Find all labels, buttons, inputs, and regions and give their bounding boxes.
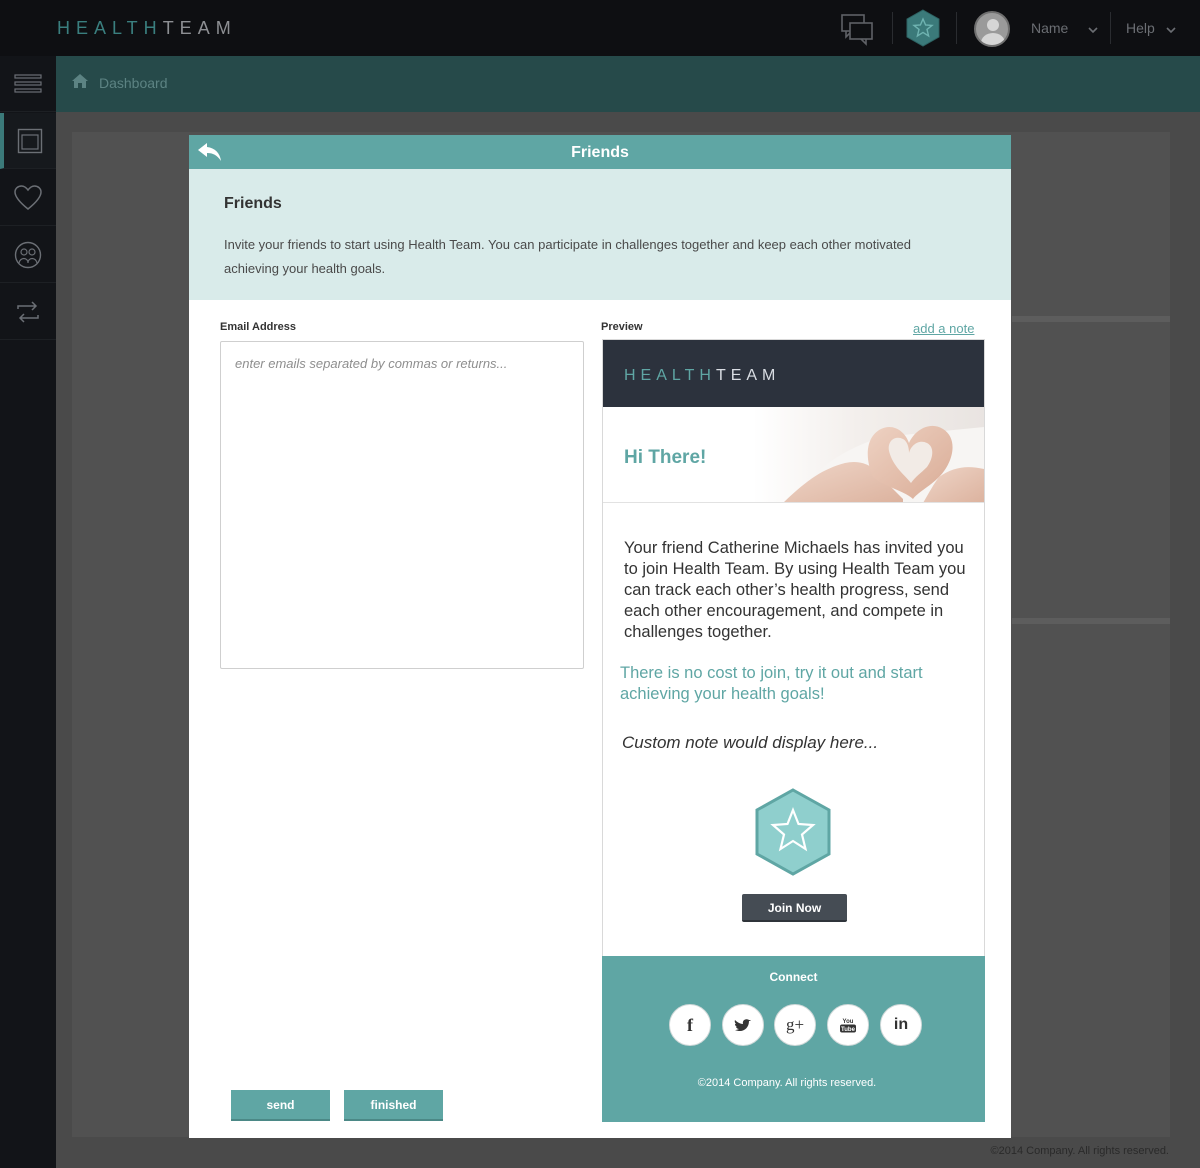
preview-logo-health: HEALTH (624, 367, 716, 384)
join-now-button[interactable]: Join Now (742, 894, 847, 922)
preview-body-text: Your friend Catherine Michaels has invit… (624, 539, 966, 641)
chevron-down-icon[interactable] (1087, 22, 1099, 34)
email-preview: HEALTHTEAM Hi There! Your friend Catheri… (602, 339, 985, 1122)
email-field[interactable] (220, 341, 584, 669)
breadcrumb-dashboard-link[interactable]: Dashboard (99, 75, 168, 91)
preview-cost-text: There is no cost to join, try it out and… (620, 664, 923, 703)
divider (956, 12, 957, 44)
menu-icon (14, 73, 42, 93)
page-footer-copyright: ©2014 Company. All rights reserved. (990, 1145, 1170, 1157)
preview-label: Preview (601, 321, 643, 333)
sidebar-item-dashboard[interactable] (0, 113, 56, 169)
divider (1110, 12, 1111, 44)
friends-modal: Friends Friends Invite your friends to s… (189, 135, 1011, 1138)
google-plus-glyph: g+ (785, 1015, 805, 1034)
swap-icon (17, 300, 39, 323)
chat-icon[interactable] (840, 12, 874, 46)
home-icon[interactable] (71, 73, 89, 89)
help-menu[interactable]: Help (1126, 20, 1155, 36)
preview-header: HEALTHTEAM (603, 340, 984, 407)
avatar[interactable] (974, 11, 1010, 47)
background-divider (1012, 618, 1170, 624)
sidebar-item-sync[interactable] (0, 284, 56, 340)
facebook-icon[interactable]: f (669, 1004, 711, 1046)
intro-description: Invite your friends to start using Healt… (224, 237, 912, 276)
email-label: Email Address (220, 321, 297, 333)
heart-hands-image (753, 407, 984, 502)
preview-logo: HEALTHTEAM (624, 367, 780, 385)
people-icon (14, 241, 42, 268)
intro-title: Friends (224, 195, 282, 212)
window-icon (17, 128, 43, 153)
connect-label: Connect (769, 970, 818, 984)
preview-copyright: ©2014 Company. All rights reserved. (697, 1077, 877, 1089)
chevron-down-icon[interactable] (1165, 22, 1177, 34)
background-divider (1012, 316, 1170, 322)
modal-title: Friends (571, 144, 629, 161)
twitter-icon[interactable] (722, 1004, 764, 1046)
logo-team-text: TEAM (162, 18, 237, 38)
preview-footer: Connect f g+ You Tube in ©2014 Company. (602, 956, 985, 1122)
preview-greeting: Hi There! (624, 447, 707, 468)
achievements-star-icon[interactable] (904, 8, 942, 48)
svg-text:Tube: Tube (841, 1027, 856, 1033)
sidebar-item-menu[interactable] (0, 56, 56, 112)
top-bar: HEALTHTEAM Name Help (0, 0, 1200, 56)
facebook-glyph: f (687, 1014, 693, 1035)
finished-button[interactable]: finished (344, 1090, 443, 1121)
sidebar-item-health[interactable] (0, 170, 56, 226)
add-note-link[interactable]: add a note (913, 321, 974, 336)
google-plus-icon[interactable]: g+ (774, 1004, 816, 1046)
preview-custom-note: Custom note would display here... (622, 733, 879, 752)
youtube-icon[interactable]: You Tube (827, 1004, 869, 1046)
star-badge-icon (755, 788, 831, 876)
heart-icon (14, 184, 42, 210)
svg-text:You: You (843, 1019, 854, 1025)
user-name-menu[interactable]: Name (1031, 20, 1068, 36)
preview-logo-team: TEAM (715, 367, 781, 384)
send-button[interactable]: send (231, 1090, 330, 1121)
logo-health-text: HEALTH (57, 18, 163, 38)
linkedin-icon[interactable]: in (880, 1004, 922, 1046)
sidebar-item-friends[interactable] (0, 227, 56, 283)
intro-panel: Friends Invite your friends to start usi… (189, 169, 1011, 300)
breadcrumb: Dashboard (56, 56, 1200, 112)
preview-hero: Hi There! (603, 407, 984, 503)
linkedin-glyph: in (893, 1016, 909, 1033)
app-logo[interactable]: HEALTHTEAM (57, 18, 237, 39)
sidebar (0, 56, 56, 1168)
modal-header: Friends (189, 135, 1011, 169)
divider (892, 12, 893, 44)
